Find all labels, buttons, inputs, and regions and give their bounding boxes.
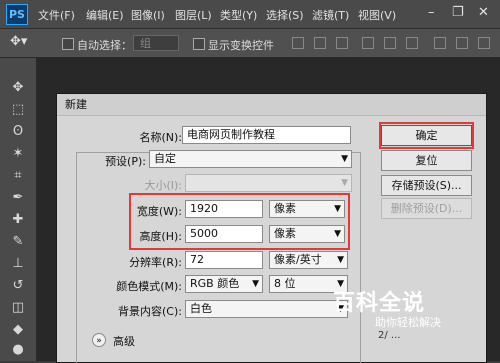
chevron-down-icon: ▼ [252, 279, 259, 289]
menu-image[interactable]: 图像(I) [131, 7, 165, 23]
width-unit-dropdown[interactable]: 像素 ▼ [269, 200, 345, 218]
preset-dropdown[interactable]: 自定 ▼ [149, 150, 352, 168]
restore-icon[interactable]: ❐ [452, 5, 464, 20]
align-bottom-icon[interactable] [336, 37, 348, 49]
chevron-down-icon: ▼ [337, 255, 344, 265]
width-label: 宽度(W): [136, 205, 182, 218]
color-mode-dropdown[interactable]: RGB 颜色 ▼ [185, 275, 263, 293]
auto-select-target-dropdown[interactable]: 组 [133, 35, 179, 51]
close-icon[interactable]: ✕ [478, 5, 489, 20]
menu-layer[interactable]: 图层(L) [175, 7, 212, 23]
blur-tool-icon[interactable]: ● [8, 340, 28, 360]
dialog-title: 新建 [57, 94, 486, 116]
move-options-icon[interactable]: ✥▾ [10, 34, 27, 49]
auto-select-target-value: 组 [140, 37, 151, 50]
chevron-down-icon: ▼ [334, 204, 341, 214]
background-value: 白色 [190, 302, 212, 315]
menu-file[interactable]: 文件(F) [38, 7, 75, 23]
align-left-icon[interactable] [362, 37, 374, 49]
eraser-icon[interactable]: ◫ [8, 298, 28, 318]
minimize-icon[interactable]: – [428, 5, 435, 20]
name-label: 名称(N): [139, 131, 182, 144]
crop-tool-icon[interactable]: ⌗ [8, 166, 28, 186]
resolution-unit-dropdown[interactable]: 像素/英寸 ▼ [269, 251, 348, 269]
menu-edit[interactable]: 编辑(E) [86, 7, 124, 23]
auto-select-checkbox[interactable] [62, 38, 74, 50]
watermark-subtitle: 助你轻松解决 [375, 316, 441, 329]
distribute-top-icon[interactable] [434, 37, 446, 49]
ok-button[interactable]: 确定 [381, 125, 472, 146]
background-label: 背景内容(C): [118, 305, 182, 318]
width-unit-value: 像素 [274, 202, 296, 215]
background-dropdown[interactable]: 白色 ▼ [185, 300, 348, 318]
photoshop-logo: PS [6, 4, 28, 25]
auto-select-label: 自动选择： [77, 39, 132, 52]
tools-panel: ✥ ⬚ ʘ ✶ ⌗ ✒ ✚ ✎ ⊥ ↺ ◫ ◆ ● [0, 58, 37, 361]
distribute-vcenter-icon[interactable] [456, 37, 468, 49]
clone-stamp-icon[interactable]: ⊥ [8, 254, 28, 274]
menu-view[interactable]: 视图(V) [358, 7, 396, 23]
brush-icon[interactable]: ✎ [8, 232, 28, 252]
align-top-icon[interactable] [292, 37, 304, 49]
bit-depth-value: 8 位 [274, 277, 296, 290]
menu-filter[interactable]: 滤镜(T) [312, 7, 349, 23]
menu-bar: PS 文件(F) 编辑(E) 图像(I) 图层(L) 类型(Y) 选择(S) 滤… [0, 0, 500, 29]
height-label: 高度(H): [139, 230, 182, 243]
save-preset-button[interactable]: 存储预设(S)... [381, 175, 472, 196]
healing-brush-icon[interactable]: ✚ [8, 210, 28, 230]
show-transform-checkbox[interactable] [193, 38, 205, 50]
magic-wand-icon[interactable]: ✶ [8, 144, 28, 164]
reset-button[interactable]: 复位 [381, 150, 472, 171]
align-right-icon[interactable] [406, 37, 418, 49]
preset-value: 自定 [154, 152, 176, 165]
eyedropper-icon[interactable]: ✒ [8, 188, 28, 208]
color-mode-label: 颜色模式(M): [116, 280, 182, 293]
size-dropdown: ▼ [185, 174, 352, 192]
image-size-label: 2/ ... [378, 330, 401, 341]
watermark-title: 百科全说 [333, 291, 426, 316]
width-input[interactable]: 1920 [185, 200, 263, 218]
delete-preset-button: 删除预设(D)... [381, 198, 472, 219]
menu-type[interactable]: 类型(Y) [220, 7, 257, 23]
lasso-tool-icon[interactable]: ʘ [8, 122, 28, 142]
resolution-unit-value: 像素/英寸 [274, 253, 322, 266]
height-unit-dropdown[interactable]: 像素 ▼ [269, 225, 345, 243]
height-input[interactable]: 5000 [185, 225, 263, 243]
align-hcenter-icon[interactable] [384, 37, 396, 49]
move-tool-icon[interactable]: ✥ [8, 78, 28, 98]
options-bar: ✥▾ 自动选择： 组 显示变换控件 [0, 29, 500, 58]
show-transform-label: 显示变换控件 [208, 39, 274, 52]
chevron-down-icon: ▼ [341, 154, 348, 164]
menu-select[interactable]: 选择(S) [266, 7, 304, 23]
preset-label: 预设(P): [88, 153, 148, 169]
expand-advanced-icon[interactable]: » [92, 333, 106, 347]
align-vcenter-icon[interactable] [314, 37, 326, 49]
history-brush-icon[interactable]: ↺ [8, 276, 28, 296]
height-unit-value: 像素 [274, 227, 296, 240]
document-name-input[interactable]: 电商网页制作教程 [182, 126, 351, 144]
chevron-down-icon: ▼ [341, 178, 348, 188]
size-label: 大小(I): [144, 179, 182, 192]
resolution-label: 分辨率(R): [129, 256, 182, 269]
distribute-bottom-icon[interactable] [478, 37, 490, 49]
paint-bucket-icon[interactable]: ◆ [8, 320, 28, 340]
chevron-down-icon: ▼ [334, 229, 341, 239]
advanced-label: 高级 [113, 335, 135, 348]
marquee-tool-icon[interactable]: ⬚ [8, 100, 28, 120]
resolution-input[interactable]: 72 [185, 251, 263, 269]
color-mode-value: RGB 颜色 [190, 277, 240, 290]
